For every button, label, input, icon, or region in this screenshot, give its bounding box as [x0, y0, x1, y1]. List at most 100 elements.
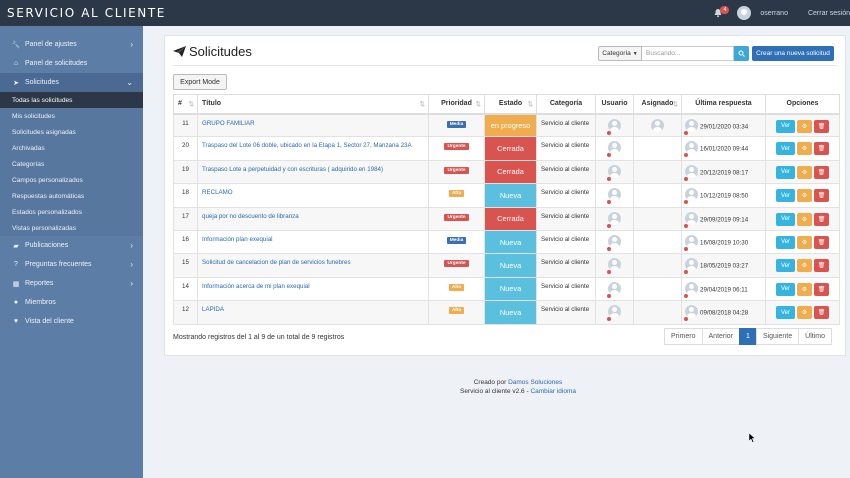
- col-id-header[interactable]: # ⇅: [173, 94, 198, 115]
- delete-button[interactable]: 🗑: [814, 165, 829, 179]
- delete-button[interactable]: 🗑: [814, 142, 829, 156]
- request-title-link[interactable]: Información acerca de mi plan exequial: [197, 276, 429, 302]
- request-title-link[interactable]: Traspaso Lote a perpetuidad y con escrit…: [197, 159, 429, 185]
- user-avatar[interactable]: [737, 6, 752, 20]
- app-brand[interactable]: SERVICIO AL CLIENTE: [7, 6, 166, 20]
- page-1-button[interactable]: 1: [739, 328, 757, 345]
- page-last-button[interactable]: Último: [798, 328, 832, 345]
- delete-button[interactable]: 🗑: [814, 119, 829, 133]
- chevron-right-icon: ›: [130, 260, 133, 269]
- edit-gear-button[interactable]: ⚙: [797, 282, 812, 296]
- edit-gear-button[interactable]: ⚙: [797, 142, 812, 156]
- footer: Creado por Damos Soluciones Servicio al …: [430, 378, 606, 396]
- create-request-button[interactable]: Crear una nueva solicitud: [752, 46, 834, 61]
- logout-link[interactable]: Cerrar sesión: [808, 10, 850, 17]
- delete-button[interactable]: 🗑: [814, 212, 829, 226]
- search-button[interactable]: [734, 46, 749, 61]
- request-title-link[interactable]: GRUPO FAMILIAR: [197, 112, 429, 138]
- request-title-link[interactable]: Información plan exequial: [197, 229, 429, 255]
- avatar-icon: [651, 118, 664, 132]
- request-title-link[interactable]: queja por no descuento de libranza: [197, 206, 429, 231]
- sidebar-subitem-todas-las-solicitudes[interactable]: Todas las solicitudes: [0, 92, 143, 108]
- col-assigned-header[interactable]: Asignado ⇅: [633, 94, 682, 115]
- search-input[interactable]: [642, 46, 734, 61]
- company-link[interactable]: Damos Soluciones: [508, 379, 562, 386]
- page-prev-button[interactable]: Anterior: [701, 328, 741, 345]
- view-button[interactable]: Ver: [776, 142, 795, 156]
- view-button[interactable]: Ver: [776, 306, 795, 320]
- delete-button[interactable]: 🗑: [814, 282, 829, 296]
- user-avatar[interactable]: [607, 141, 621, 158]
- edit-gear-button[interactable]: ⚙: [797, 212, 812, 226]
- sidebar-item-panel-de-solicitudes[interactable]: ⌂ Panel de solicitudes: [0, 54, 143, 73]
- sidebar-item-label: Miembros: [25, 299, 56, 306]
- view-button[interactable]: Ver: [776, 212, 795, 226]
- export-mode-button[interactable]: Export Mode: [173, 74, 227, 90]
- col-priority-header[interactable]: Prioridad ⇅: [428, 94, 485, 115]
- view-button[interactable]: Ver: [776, 259, 795, 273]
- user-avatar[interactable]: [684, 234, 698, 251]
- user-avatar[interactable]: [607, 258, 621, 275]
- sidebar-subitem-mis-solicitudes[interactable]: Mis solicitudes: [0, 108, 143, 124]
- edit-gear-button[interactable]: ⚙: [797, 119, 812, 133]
- user-avatar[interactable]: [607, 234, 621, 251]
- username-label[interactable]: oserrano: [760, 10, 788, 17]
- user-avatar[interactable]: [607, 164, 621, 181]
- sidebar-item-vista-del-cliente[interactable]: ♥ Vista del cliente: [0, 312, 143, 331]
- edit-gear-button[interactable]: ⚙: [797, 259, 812, 273]
- user-avatar[interactable]: [651, 118, 664, 134]
- sidebar-subitem-vistas-personalizadas[interactable]: Vistas personalizadas: [0, 220, 143, 236]
- request-title-link[interactable]: Solicitud de cancelacion de plan de serv…: [197, 253, 429, 278]
- sidebar-item-panel-de-ajustes[interactable]: 🔧 Panel de ajustes ›: [0, 35, 143, 54]
- view-button[interactable]: Ver: [776, 119, 795, 133]
- sidebar-subitem-solicitudes-asignadas[interactable]: Solicitudes asignadas: [0, 124, 143, 140]
- user-avatar[interactable]: [684, 258, 698, 275]
- user-avatar[interactable]: [684, 164, 698, 181]
- view-button[interactable]: Ver: [776, 189, 795, 203]
- user-avatar[interactable]: [607, 118, 621, 135]
- sidebar-subitem-respuestas-autom-ticas[interactable]: Respuestas automáticas: [0, 188, 143, 204]
- edit-gear-button[interactable]: ⚙: [797, 165, 812, 179]
- user-avatar[interactable]: [607, 211, 621, 228]
- chevron-down-icon: ⌄: [126, 78, 133, 87]
- last-reply-cell: 10/12/2019 08:50: [681, 183, 766, 208]
- view-button[interactable]: Ver: [776, 282, 795, 296]
- edit-gear-button[interactable]: ⚙: [797, 235, 812, 249]
- user-avatar[interactable]: [684, 188, 698, 205]
- delete-button[interactable]: 🗑: [814, 189, 829, 203]
- sidebar-item-preguntas-frecuentes[interactable]: ? Preguntas frecuentes ›: [0, 255, 143, 274]
- change-language-link[interactable]: Cambiar idioma: [530, 388, 576, 395]
- user-avatar[interactable]: [607, 281, 621, 298]
- view-button[interactable]: Ver: [776, 165, 795, 179]
- col-status-header[interactable]: Estado ⇅: [484, 94, 537, 115]
- user-avatar[interactable]: [607, 305, 621, 322]
- user-avatar[interactable]: [684, 305, 698, 322]
- sidebar-subitem-campos-personalizados[interactable]: Campos personalizados: [0, 172, 143, 188]
- page-first-button[interactable]: Primero: [664, 328, 703, 345]
- notifications-bell-icon[interactable]: 4: [713, 6, 730, 18]
- user-avatar[interactable]: [684, 141, 698, 158]
- sidebar-item-solicitudes[interactable]: ➤ Solicitudes ⌄: [0, 73, 143, 92]
- category-filter-dropdown[interactable]: Categoría ▼: [598, 46, 642, 61]
- request-title-link[interactable]: LAPIDA: [197, 300, 429, 325]
- user-avatar[interactable]: [684, 281, 698, 298]
- sidebar-item-reportes[interactable]: ▦ Reportes ›: [0, 274, 143, 293]
- delete-button[interactable]: 🗑: [814, 306, 829, 320]
- delete-button[interactable]: 🗑: [814, 235, 829, 249]
- request-title-link[interactable]: Traspaso del Lote 06 doble, ubicado en l…: [197, 136, 429, 161]
- page-next-button[interactable]: Siguiente: [755, 328, 800, 345]
- sidebar-item-publicaciones[interactable]: ▰ Publicaciones ›: [0, 236, 143, 255]
- sidebar-subitem-categor-as[interactable]: Categorías: [0, 156, 143, 172]
- sidebar-subitem-archivadas[interactable]: Archivadas: [0, 140, 143, 156]
- request-title-link[interactable]: RECLAMO: [197, 183, 429, 208]
- view-button[interactable]: Ver: [776, 235, 795, 249]
- user-avatar[interactable]: [684, 118, 698, 135]
- user-avatar[interactable]: [684, 211, 698, 228]
- delete-button[interactable]: 🗑: [814, 259, 829, 273]
- edit-gear-button[interactable]: ⚙: [797, 189, 812, 203]
- sidebar-item-miembros[interactable]: ● Miembros: [0, 293, 143, 312]
- edit-gear-button[interactable]: ⚙: [797, 306, 812, 320]
- user-avatar[interactable]: [607, 188, 621, 205]
- sidebar-subitem-estados-personalizados[interactable]: Estados personalizados: [0, 204, 143, 220]
- col-title-header[interactable]: Título ⇅: [197, 94, 429, 115]
